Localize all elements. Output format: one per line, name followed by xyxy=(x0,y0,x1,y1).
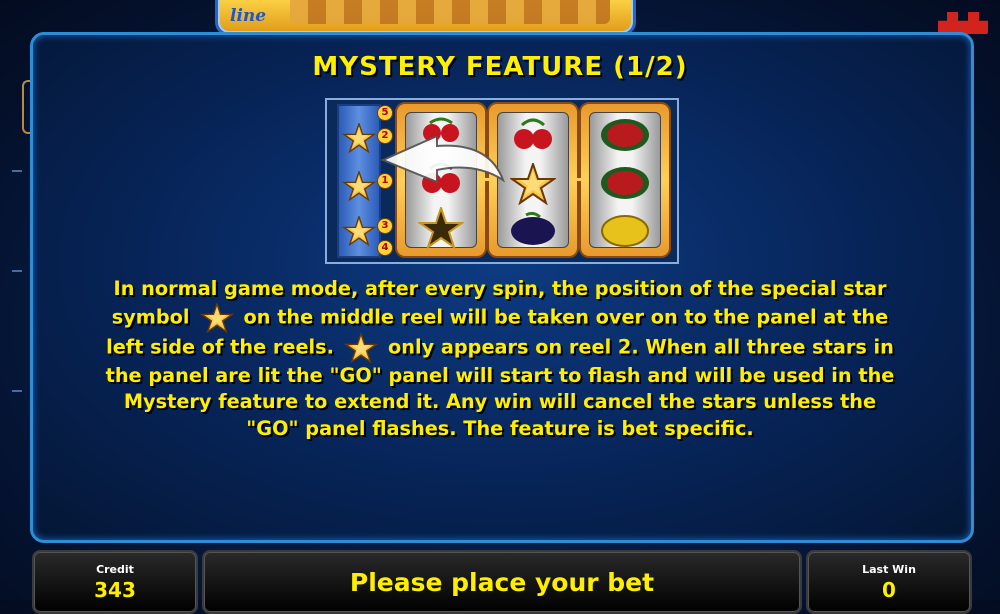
credit-box: Credit 343 xyxy=(32,550,198,614)
side-tick xyxy=(12,390,22,392)
star-symbol-icon xyxy=(406,207,476,249)
reel-3 xyxy=(579,102,671,258)
game-logo-script: line xyxy=(230,6,267,26)
last-win-box: Last Win 0 xyxy=(806,550,972,614)
description-line: left side of the reels. only appears on r… xyxy=(58,332,942,363)
description-text: on the middle reel will be taken over on… xyxy=(243,305,889,328)
reel-connector xyxy=(574,178,584,181)
credit-label: Credit xyxy=(96,563,134,576)
plum-icon xyxy=(498,211,568,247)
side-tick xyxy=(12,270,22,272)
last-win-label: Last Win xyxy=(862,563,916,576)
credit-value: 343 xyxy=(94,578,136,602)
message-box: Please place your bet xyxy=(202,550,802,614)
lemon-icon xyxy=(590,213,660,249)
status-message: Please place your bet xyxy=(349,568,655,597)
description-line: "GO" panel flashes. The feature is bet s… xyxy=(246,416,754,440)
description-line: symbol on the middle reel will be taken o… xyxy=(58,302,942,333)
description-text: symbol xyxy=(111,305,190,328)
side-tick xyxy=(12,170,22,172)
panel-number-badge: 3 xyxy=(377,218,393,234)
panel-number-badge: 5 xyxy=(377,105,393,121)
star-symbol-icon xyxy=(343,171,375,201)
star-symbol-icon xyxy=(343,123,375,153)
game-logo-wordmark xyxy=(290,0,610,24)
panel-number-badge: 4 xyxy=(377,240,393,256)
arrow-icon xyxy=(380,136,505,184)
reels-illustration: 5 2 1 3 4 xyxy=(325,98,679,264)
star-symbol-icon xyxy=(345,332,377,362)
description-line: In normal game mode, after every spin, t… xyxy=(113,277,887,300)
feature-description: In normal game mode, after every spin, t… xyxy=(58,276,942,442)
description-line: Mystery feature to extend it. Any win wi… xyxy=(123,390,877,413)
star-panel xyxy=(337,104,381,258)
description-text: left side of the reels. xyxy=(106,335,334,358)
melon-icon xyxy=(590,117,660,153)
last-win-value: 0 xyxy=(882,578,896,602)
description-line: the panel are lit the "GO" panel will st… xyxy=(105,363,895,387)
provider-logo xyxy=(938,12,988,34)
page-title: MYSTERY FEATURE (1/2) xyxy=(312,52,688,82)
star-symbol-icon xyxy=(200,302,233,332)
melon-icon xyxy=(590,165,660,201)
star-symbol-icon xyxy=(343,216,375,246)
description-text: only appears on reel 2. When all three s… xyxy=(387,335,894,358)
